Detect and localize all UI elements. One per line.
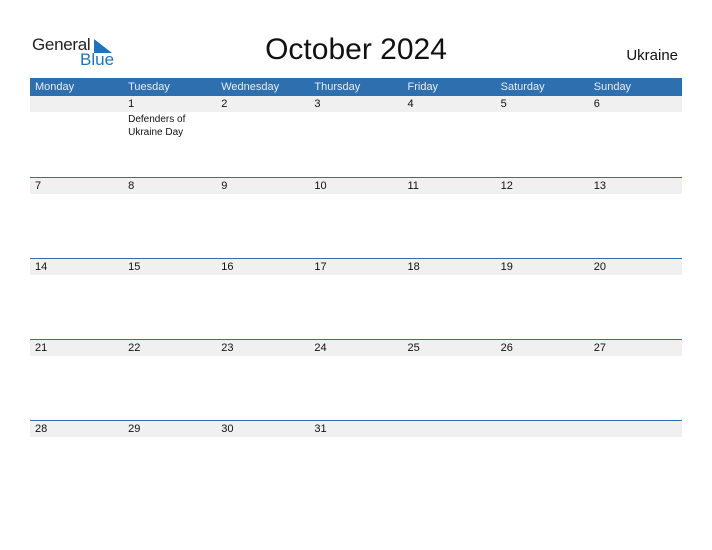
day-number-row: 7 8 9 10 11 12 13 xyxy=(30,178,682,194)
day-number: 4 xyxy=(407,98,414,110)
holiday-label xyxy=(403,437,496,438)
day-number: 24 xyxy=(314,342,327,354)
holiday-label xyxy=(30,194,123,195)
holiday-label xyxy=(496,356,589,357)
day-number: 6 xyxy=(593,98,600,110)
day-number: 16 xyxy=(221,261,234,273)
day-number xyxy=(403,421,496,437)
calendar-weeks: 1 2 3 4 5 6 Defenders of Ukraine Day 7 8 9 10 11 12 1… xyxy=(30,96,682,501)
day-number-row: 21 22 23 24 25 26 27 xyxy=(30,340,682,356)
holiday-label xyxy=(309,437,402,438)
day-number xyxy=(30,96,123,112)
weekday-header: Monday Tuesday Wednesday Thursday Friday Satu… xyxy=(30,78,682,96)
day-number: 22 xyxy=(128,342,141,354)
calendar: Monday Tuesday Wednesday Thursday Friday Satu… xyxy=(30,78,682,501)
day-number: 14 xyxy=(35,261,48,273)
holiday-label xyxy=(496,194,589,195)
day-number: 21 xyxy=(35,342,48,354)
day-number: 10 xyxy=(314,180,327,192)
holiday-label xyxy=(216,437,309,438)
day-number: 2 xyxy=(221,98,228,110)
day-number: 5 xyxy=(500,98,507,110)
day-number: 17 xyxy=(314,261,327,273)
holiday-label xyxy=(589,275,682,276)
day-number: 31 xyxy=(314,423,327,435)
holiday-label xyxy=(30,275,123,276)
holiday-label xyxy=(30,437,123,438)
holiday-label xyxy=(403,194,496,195)
holiday-label xyxy=(589,356,682,357)
holiday-row xyxy=(30,437,682,438)
page-title: October 2024 xyxy=(265,33,447,66)
week-row: 28 29 30 31 xyxy=(30,420,682,501)
holiday-row xyxy=(30,275,682,276)
day-number: 30 xyxy=(221,423,234,435)
day-number: 15 xyxy=(128,261,141,273)
day-number: 3 xyxy=(314,98,321,110)
holiday-label xyxy=(30,112,123,139)
day-number-row: 1 2 3 4 5 6 xyxy=(30,96,682,112)
day-number: 8 xyxy=(128,180,135,192)
day-number: 28 xyxy=(35,423,48,435)
day-number: 23 xyxy=(221,342,234,354)
holiday-label xyxy=(30,356,123,357)
holiday-label xyxy=(309,112,402,139)
day-number: 27 xyxy=(593,342,606,354)
day-number-row: 14 15 16 17 18 19 20 xyxy=(30,259,682,275)
holiday-label xyxy=(216,356,309,357)
holiday-label xyxy=(589,194,682,195)
country-label: Ukraine xyxy=(626,47,678,64)
weekday-monday: Monday xyxy=(35,81,75,93)
weekday-saturday: Saturday xyxy=(500,81,545,93)
weekday-sunday: Sunday xyxy=(593,81,632,93)
holiday-label xyxy=(216,112,309,139)
day-number xyxy=(589,421,682,437)
holiday-label: Defenders of Ukraine Day xyxy=(128,114,186,138)
holiday-label xyxy=(309,194,402,195)
day-number: 9 xyxy=(221,180,228,192)
week-row: 1 2 3 4 5 6 Defenders of Ukraine Day xyxy=(30,96,682,177)
day-number: 25 xyxy=(407,342,420,354)
holiday-label xyxy=(496,275,589,276)
holiday-label xyxy=(123,275,216,276)
holiday-row: Defenders of Ukraine Day xyxy=(30,112,682,139)
holiday-label xyxy=(123,356,216,357)
day-number: 18 xyxy=(407,261,420,273)
weekday-friday: Friday xyxy=(407,81,439,93)
holiday-label xyxy=(589,437,682,438)
holiday-label xyxy=(403,275,496,276)
week-row: 14 15 16 17 18 19 20 xyxy=(30,258,682,339)
day-number-row: 28 29 30 31 xyxy=(30,421,682,437)
day-number xyxy=(496,421,589,437)
day-number: 20 xyxy=(593,261,606,273)
holiday-row xyxy=(30,356,682,357)
holiday-row xyxy=(30,194,682,195)
holiday-label xyxy=(216,194,309,195)
holiday-label xyxy=(496,437,589,438)
holiday-label xyxy=(309,356,402,357)
holiday-label xyxy=(403,356,496,357)
week-row: 21 22 23 24 25 26 27 xyxy=(30,339,682,420)
weekday-tuesday: Tuesday xyxy=(128,81,170,93)
day-number: 26 xyxy=(500,342,513,354)
weekday-wednesday: Wednesday xyxy=(221,81,280,93)
weekday-thursday: Thursday xyxy=(314,81,361,93)
day-number: 12 xyxy=(500,180,513,192)
day-number: 7 xyxy=(35,180,42,192)
holiday-label xyxy=(123,194,216,195)
holiday-label xyxy=(496,112,589,139)
week-row: 7 8 9 10 11 12 13 xyxy=(30,177,682,258)
day-number: 29 xyxy=(128,423,141,435)
day-number: 13 xyxy=(593,180,606,192)
holiday-label xyxy=(216,275,309,276)
holiday-label xyxy=(403,112,496,139)
day-number: 19 xyxy=(500,261,513,273)
holiday-label xyxy=(309,275,402,276)
holiday-label xyxy=(589,112,682,139)
day-number: 1 xyxy=(128,98,135,110)
holiday-label xyxy=(123,437,216,438)
day-number: 11 xyxy=(407,180,419,192)
